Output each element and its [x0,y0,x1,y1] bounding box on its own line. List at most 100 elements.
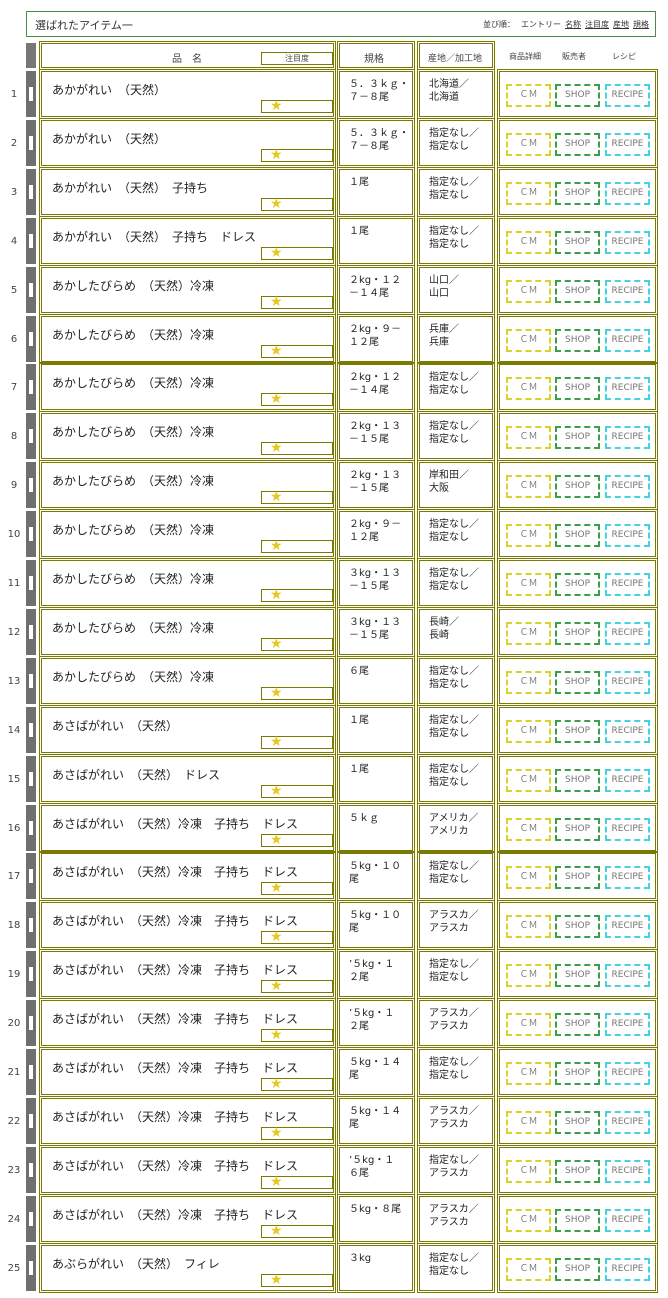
shop-button[interactable]: SHOP [555,84,600,107]
shop-button[interactable]: SHOP [555,1160,600,1183]
cm-button[interactable]: ＣＭ [506,818,551,841]
recipe-button[interactable]: RECIPE [605,866,650,889]
attention-star-button[interactable]: ★ [261,1027,333,1043]
cm-button[interactable]: ＣＭ [506,231,551,254]
row-select-tab[interactable] [26,316,36,362]
row-select-tab[interactable] [26,756,36,802]
cm-button[interactable]: ＣＭ [506,329,551,352]
shop-button[interactable]: SHOP [555,769,600,792]
shop-button[interactable]: SHOP [555,1062,600,1085]
attention-star-button[interactable]: ★ [261,1076,333,1092]
recipe-button[interactable]: RECIPE [605,524,650,547]
attention-star-button[interactable]: ★ [261,147,333,163]
cm-button[interactable]: ＣＭ [506,377,551,400]
recipe-button[interactable]: RECIPE [605,818,650,841]
shop-button[interactable]: SHOP [555,964,600,987]
attention-star-button[interactable]: ★ [261,929,333,945]
recipe-button[interactable]: RECIPE [605,1111,650,1134]
recipe-button[interactable]: RECIPE [605,231,650,254]
shop-button[interactable]: SHOP [555,866,600,889]
cm-button[interactable]: ＣＭ [506,915,551,938]
attention-star-button[interactable]: ★ [261,489,333,505]
cm-button[interactable]: ＣＭ [506,84,551,107]
cm-button[interactable]: ＣＭ [506,426,551,449]
sort-by-attention-link[interactable]: 注目度 [585,20,609,29]
attention-star-button[interactable]: ★ [261,245,333,261]
shop-button[interactable]: SHOP [555,280,600,303]
attention-star-button[interactable]: ★ [261,1272,333,1288]
shop-button[interactable]: SHOP [555,818,600,841]
attention-star-button[interactable]: ★ [261,978,333,994]
cm-button[interactable]: ＣＭ [506,671,551,694]
recipe-button[interactable]: RECIPE [605,329,650,352]
row-select-tab[interactable] [26,853,36,899]
row-select-tab[interactable] [26,951,36,997]
attention-star-button[interactable]: ★ [261,440,333,456]
cm-button[interactable]: ＣＭ [506,1111,551,1134]
row-select-tab[interactable] [26,1245,36,1291]
attention-star-button[interactable]: ★ [261,196,333,212]
attention-star-button[interactable]: ★ [261,538,333,554]
shop-button[interactable]: SHOP [555,720,600,743]
attention-star-button[interactable]: ★ [261,294,333,310]
cm-button[interactable]: ＣＭ [506,1209,551,1232]
row-select-tab[interactable] [26,1098,36,1144]
row-select-tab[interactable] [26,1000,36,1046]
recipe-button[interactable]: RECIPE [605,964,650,987]
shop-button[interactable]: SHOP [555,377,600,400]
shop-button[interactable]: SHOP [555,622,600,645]
sort-by-spec-link[interactable]: 規格 [633,20,649,29]
row-select-tab[interactable] [26,902,36,948]
shop-button[interactable]: SHOP [555,1013,600,1036]
cm-button[interactable]: ＣＭ [506,280,551,303]
recipe-button[interactable]: RECIPE [605,1209,650,1232]
attention-star-button[interactable]: ★ [261,1223,333,1239]
cm-button[interactable]: ＣＭ [506,475,551,498]
row-select-tab[interactable] [26,1049,36,1095]
row-select-tab[interactable] [26,267,36,313]
recipe-button[interactable]: RECIPE [605,769,650,792]
attention-star-button[interactable]: ★ [261,98,333,114]
cm-button[interactable]: ＣＭ [506,622,551,645]
attention-star-button[interactable]: ★ [261,880,333,896]
row-select-tab[interactable] [26,1196,36,1242]
recipe-button[interactable]: RECIPE [605,1160,650,1183]
shop-button[interactable]: SHOP [555,524,600,547]
shop-button[interactable]: SHOP [555,1111,600,1134]
recipe-button[interactable]: RECIPE [605,133,650,156]
shop-button[interactable]: SHOP [555,231,600,254]
recipe-button[interactable]: RECIPE [605,475,650,498]
shop-button[interactable]: SHOP [555,133,600,156]
sort-by-name-link[interactable]: 名称 [565,20,581,29]
recipe-button[interactable]: RECIPE [605,915,650,938]
shop-button[interactable]: SHOP [555,573,600,596]
cm-button[interactable]: ＣＭ [506,1160,551,1183]
row-select-tab[interactable] [26,1147,36,1193]
recipe-button[interactable]: RECIPE [605,84,650,107]
row-select-tab[interactable] [26,413,36,459]
recipe-button[interactable]: RECIPE [605,426,650,449]
shop-button[interactable]: SHOP [555,426,600,449]
row-select-tab[interactable] [26,462,36,508]
shop-button[interactable]: SHOP [555,915,600,938]
shop-button[interactable]: SHOP [555,475,600,498]
cm-button[interactable]: ＣＭ [506,1013,551,1036]
recipe-button[interactable]: RECIPE [605,720,650,743]
recipe-button[interactable]: RECIPE [605,671,650,694]
recipe-button[interactable]: RECIPE [605,182,650,205]
row-select-tab[interactable] [26,364,36,410]
attention-star-button[interactable]: ★ [261,343,333,359]
attention-star-button[interactable]: ★ [261,1174,333,1190]
cm-button[interactable]: ＣＭ [506,1258,551,1281]
cm-button[interactable]: ＣＭ [506,133,551,156]
shop-button[interactable]: SHOP [555,671,600,694]
row-select-tab[interactable] [26,218,36,264]
shop-button[interactable]: SHOP [555,1258,600,1281]
row-select-tab[interactable] [26,71,36,117]
row-select-tab[interactable] [26,609,36,655]
recipe-button[interactable]: RECIPE [605,1258,650,1281]
shop-button[interactable]: SHOP [555,329,600,352]
attention-star-button[interactable]: ★ [261,832,333,848]
recipe-button[interactable]: RECIPE [605,1062,650,1085]
cm-button[interactable]: ＣＭ [506,769,551,792]
